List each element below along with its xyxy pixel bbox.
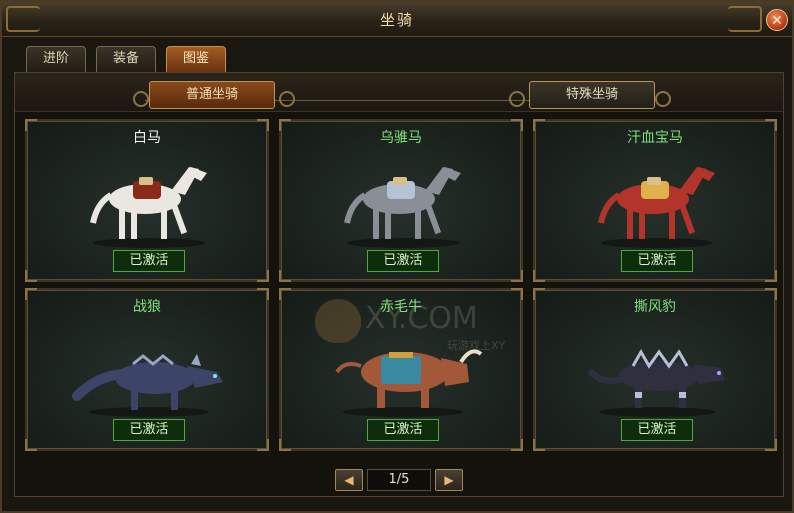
mount-card-sweat-blood-horse[interactable]: 汗血宝马 已激活: [533, 119, 777, 282]
normal-mount-button[interactable]: 普通坐骑: [149, 81, 275, 109]
card-corner-ornament: [533, 270, 545, 282]
card-corner-ornament: [257, 270, 269, 282]
activated-badge: 已激活: [367, 419, 439, 441]
activated-badge: 已激活: [621, 250, 693, 272]
card-corner-ornament: [533, 439, 545, 451]
card-corner-ornament: [279, 270, 291, 282]
card-corner-ornament: [257, 439, 269, 451]
ornament-curl-icon: [655, 91, 671, 107]
mount-name: 撕风豹: [634, 299, 676, 315]
title-bar: 坐骑 ✕: [2, 2, 792, 37]
close-icon[interactable]: ✕: [766, 9, 788, 31]
tab-equipment[interactable]: 装备: [96, 46, 156, 72]
activated-badge: 已激活: [113, 419, 185, 441]
category-bar: 普通坐骑 特殊坐骑: [15, 73, 783, 112]
mount-name: 乌骓马: [380, 130, 422, 146]
mount-card-white-horse[interactable]: 白马 已激活: [25, 119, 269, 282]
tab-collection[interactable]: 图鉴: [166, 46, 226, 72]
activated-badge: 已激活: [621, 419, 693, 441]
collection-panel: 普通坐骑 特殊坐骑 白马 已激活 乌骓马 已激活 汗血宝马 已激活 战狼 已激活…: [14, 72, 784, 497]
card-corner-ornament: [25, 270, 37, 282]
activated-badge: 已激活: [113, 250, 185, 272]
watermark-owl-icon: [315, 299, 361, 343]
mount-card-black-horse[interactable]: 乌骓马 已激活: [279, 119, 523, 282]
card-corner-ornament: [511, 439, 523, 451]
mount-name: 白马: [133, 130, 161, 146]
ornament-curl-icon: [509, 91, 525, 107]
mount-card-wind-leopard[interactable]: 撕风豹 已激活: [533, 288, 777, 451]
ornament-curl-icon: [133, 91, 149, 107]
mount-name: 汗血宝马: [627, 130, 683, 146]
special-mount-button[interactable]: 特殊坐骑: [529, 81, 655, 109]
mount-name: 战狼: [133, 299, 161, 315]
card-corner-ornament: [765, 439, 777, 451]
card-corner-ornament: [279, 439, 291, 451]
wolf-mount-image: [72, 354, 223, 417]
watermark-subtext: 玩游戏上XY: [447, 339, 506, 352]
card-corner-ornament: [765, 270, 777, 282]
horse-mount-image: [90, 167, 207, 248]
card-corner-ornament: [25, 439, 37, 451]
prev-page-button[interactable]: ◀: [335, 469, 363, 491]
window-title: 坐骑: [379, 11, 414, 29]
card-corner-ornament: [511, 270, 523, 282]
next-page-button[interactable]: ▶: [435, 469, 463, 491]
page-indicator: 1/5: [367, 469, 431, 491]
horse-mount-image: [598, 167, 715, 248]
activated-badge: 已激活: [367, 250, 439, 272]
leopard-mount-image: [588, 348, 725, 417]
ornament-curl-icon: [279, 91, 295, 107]
horse-mount-image: [344, 167, 461, 248]
tab-advance[interactable]: 进阶: [26, 46, 86, 72]
watermark: XY.COM: [365, 301, 478, 336]
mount-card-war-wolf[interactable]: 战狼 已激活: [25, 288, 269, 451]
mount-window: 坐骑 ✕ 进阶 装备 图鉴 普通坐骑 特殊坐骑 白马 已激活 乌骓马 已激活 汗…: [0, 0, 794, 513]
pager: ◀ 1/5 ▶: [15, 469, 783, 491]
